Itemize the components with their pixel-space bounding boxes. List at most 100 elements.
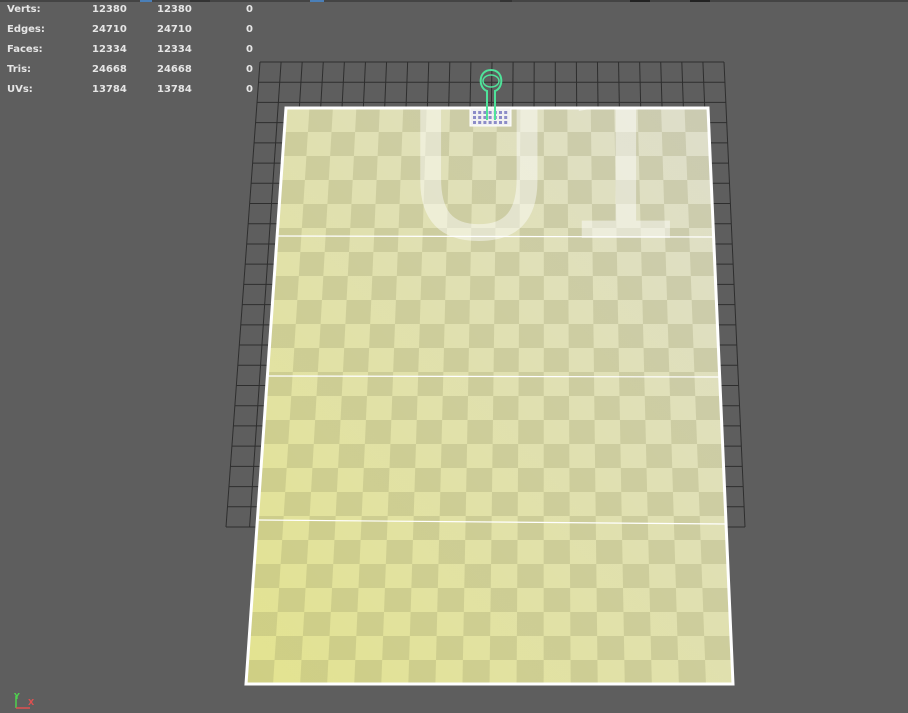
checker-cell	[313, 420, 341, 444]
checker-cell	[440, 444, 468, 468]
checker-cell	[695, 396, 722, 420]
checker-cell	[623, 612, 651, 636]
axis-y-label: Y	[14, 692, 20, 701]
checker-cell	[252, 564, 281, 588]
checker-cell	[415, 420, 443, 444]
manipulator-dot	[483, 121, 487, 124]
checker-cell	[262, 420, 290, 444]
checker-cell	[569, 420, 595, 444]
checker-cell	[333, 540, 361, 564]
checker-cell	[645, 444, 673, 468]
grid-line	[225, 61, 261, 528]
checker-cell	[350, 204, 376, 228]
hud-total-value: 24710	[92, 24, 127, 35]
checker-cell	[468, 372, 494, 396]
checker-cell	[464, 564, 492, 588]
checker-cell	[369, 324, 395, 348]
checker-cell	[543, 588, 571, 612]
checker-cell	[274, 636, 303, 660]
manipulator-dot	[499, 116, 502, 119]
grid-line	[723, 61, 746, 528]
checker-cell	[417, 372, 444, 396]
checker-cell	[597, 636, 625, 660]
viewport[interactable]: U1 Verts: 12380 12380 0 Edges: 24710 24710 0 Fac…	[0, 0, 908, 713]
manipulator-dot	[483, 116, 487, 119]
hud-third-value: 0	[246, 24, 253, 35]
checker-cell	[305, 564, 334, 588]
hud-third-value: 0	[246, 84, 253, 95]
checker-cell	[292, 348, 320, 372]
checker-cell	[439, 492, 467, 516]
hud-total-value: 12380	[92, 4, 127, 15]
checker-cell	[328, 636, 357, 660]
checker-cell	[246, 660, 275, 684]
hud-selected-value: 24668	[157, 64, 192, 75]
checker-cell	[358, 564, 386, 588]
hud-total-value: 24668	[92, 64, 127, 75]
checker-cell	[362, 468, 390, 492]
checker-cell	[384, 588, 412, 612]
checker-cell	[272, 276, 299, 300]
checker-cell	[298, 252, 325, 276]
pivot-manipulator[interactable]	[469, 69, 512, 127]
checker-cell	[644, 396, 671, 420]
checker-cell	[463, 612, 491, 636]
hud-selected-value: 13784	[157, 84, 192, 95]
checker-cell	[689, 252, 716, 276]
checker-cell	[569, 468, 596, 492]
checker-cell	[672, 468, 699, 492]
checker-cell	[466, 468, 493, 492]
checker-cell	[419, 324, 445, 348]
manipulator-dot	[493, 121, 497, 124]
checker-cell	[543, 300, 569, 324]
checker-cell	[280, 540, 309, 564]
checker-cell	[517, 516, 544, 540]
checker-cell	[489, 636, 517, 660]
checker-cell	[595, 540, 623, 564]
checker-cell	[279, 180, 305, 204]
checker-cell	[465, 516, 492, 540]
checker-cell	[678, 660, 706, 684]
checker-cell	[686, 156, 712, 180]
checker-cell	[300, 660, 329, 684]
hud-label: Edges:	[7, 24, 45, 35]
checker-cell	[516, 660, 544, 684]
checker-cell	[393, 348, 420, 372]
manipulator-dot	[473, 116, 476, 119]
checker-cell	[354, 660, 383, 684]
manipulator-ring	[482, 74, 500, 88]
checker-cell	[618, 324, 644, 348]
checker-cell	[543, 396, 570, 420]
checker-cell	[517, 468, 544, 492]
checker-cell	[593, 300, 619, 324]
hud-row: UVs: 13784 13784 0	[0, 84, 270, 98]
hud-label: Faces:	[7, 44, 43, 55]
checker-cell	[311, 468, 339, 492]
checker-cell	[494, 300, 520, 324]
checker-cell	[491, 492, 518, 516]
manipulator-dot	[504, 116, 508, 119]
checker-cell	[647, 492, 674, 516]
checker-cell	[700, 540, 728, 564]
checker-cell	[491, 540, 518, 564]
checker-cell	[355, 108, 380, 132]
textured-plane[interactable]: U1	[244, 43, 735, 686]
manipulator-dot	[488, 121, 492, 124]
checker-cell	[619, 372, 645, 396]
checker-cell	[345, 300, 372, 324]
checker-cell	[277, 588, 306, 612]
scene-canvas[interactable]: U1	[0, 0, 908, 713]
checker-cell	[289, 396, 317, 420]
hud-total-value: 13784	[92, 84, 127, 95]
checker-cell	[335, 492, 363, 516]
checker-cell	[669, 372, 696, 396]
checker-cell	[408, 660, 437, 684]
hud-total-value: 12334	[92, 44, 127, 55]
manipulator-dot	[478, 121, 482, 124]
checker-cell	[594, 444, 621, 468]
checker-cell	[492, 396, 519, 420]
checker-cell	[338, 444, 365, 468]
checker-cell	[387, 492, 415, 516]
checker-cell	[673, 516, 701, 540]
uv-tile-label: U1	[402, 43, 689, 288]
